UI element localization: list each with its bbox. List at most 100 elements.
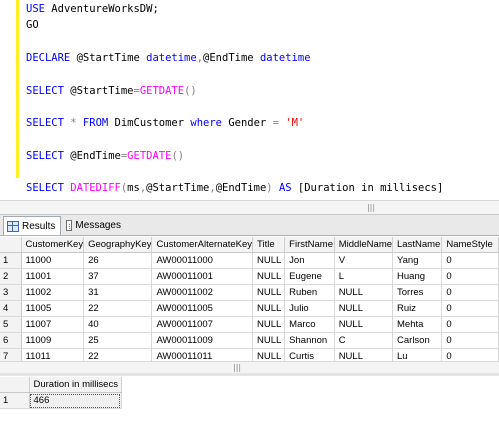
column-header[interactable]: Title	[252, 237, 286, 253]
tab-messages[interactable]: Messages	[63, 217, 125, 234]
table-cell[interactable]: V	[334, 252, 394, 269]
row-number[interactable]: 1	[0, 392, 30, 409]
column-header[interactable]: LastName	[392, 237, 443, 253]
row-number[interactable]: 3	[0, 284, 22, 301]
table-cell[interactable]: 11005	[21, 300, 85, 317]
code-token: SELECT	[26, 182, 71, 195]
table-cell[interactable]: NULL	[334, 316, 394, 333]
code-token: GETDATE	[127, 149, 172, 162]
table-cell[interactable]: L	[334, 268, 394, 285]
code-line[interactable]: SELECT @StartTime=GETDATE()	[26, 84, 197, 98]
grid-header-row: CustomerKey GeographyKey CustomerAlternate…	[0, 237, 499, 253]
code-line[interactable]: GO	[26, 18, 39, 32]
table-row[interactable]: 5 11007 40 AW00011007 NULL Marco NULL Mehta 0	[0, 316, 499, 333]
table-cell[interactable]: Torres	[392, 284, 443, 301]
table-cell[interactable]: Ruiz	[392, 300, 443, 317]
code-line[interactable]: SELECT DATEDIFF(ms,@StartTime,@EndTime) …	[26, 181, 443, 195]
table-cell[interactable]: 0	[441, 252, 499, 269]
row-number[interactable]: 1	[0, 252, 22, 269]
column-header[interactable]: CustomerAlternateKey	[151, 237, 254, 253]
table-cell[interactable]: Yang	[392, 252, 443, 269]
editor-horizontal-scrollbar[interactable]: |||	[0, 200, 499, 214]
tab-results[interactable]: Results	[3, 216, 61, 235]
column-header[interactable]: FirstName	[284, 237, 335, 253]
table-cell[interactable]: 11009	[21, 332, 85, 349]
table-cell[interactable]: Eugene	[284, 268, 335, 285]
grid-icon	[7, 220, 19, 232]
code-token: ()	[171, 149, 185, 162]
table-cell[interactable]: Mehta	[392, 316, 443, 333]
table-cell[interactable]: 11002	[21, 284, 85, 301]
table-cell[interactable]: NULL	[334, 284, 394, 301]
duration-value-cell[interactable]: 466	[29, 392, 122, 409]
code-line[interactable]: DECLARE @StartTime datetime,@EndTime dat…	[26, 51, 311, 65]
code-token: DATEDIFF	[70, 182, 121, 195]
table-cell[interactable]: 31	[83, 284, 153, 301]
code-line[interactable]: SELECT * FROM DimCustomer where Gender =…	[26, 116, 304, 130]
table-cell[interactable]: AW00011009	[151, 332, 254, 349]
table-cell[interactable]: 40	[83, 316, 153, 333]
table-cell[interactable]: C	[334, 332, 394, 349]
code-token: DECLARE	[26, 51, 77, 64]
table-cell[interactable]: 25	[83, 332, 153, 349]
table-cell[interactable]: Ruben	[284, 284, 335, 301]
row-number[interactable]: 4	[0, 300, 22, 317]
table-cell[interactable]: NULL	[334, 300, 394, 317]
table-row[interactable]: 6 11009 25 AW00011009 NULL Shannon C Carlson 0	[0, 332, 499, 349]
duration-grid[interactable]: Duration in millisecs 1 466	[0, 377, 499, 424]
table-cell[interactable]: AW00011002	[151, 284, 254, 301]
table-cell[interactable]: 0	[441, 316, 499, 333]
scrollbar-grip-icon[interactable]: |||	[366, 203, 376, 212]
table-cell[interactable]: AW00011007	[151, 316, 254, 333]
table-cell[interactable]: NULL	[252, 268, 286, 285]
table-cell[interactable]: 11000	[21, 252, 85, 269]
table-row[interactable]: 3 11002 31 AW00011002 NULL Ruben NULL Torres 0	[0, 284, 499, 301]
table-cell[interactable]: Shannon	[284, 332, 335, 349]
column-header[interactable]: CustomerKey	[21, 237, 85, 253]
table-row[interactable]: 2 11001 37 AW00011001 NULL Eugene L Huang 0	[0, 268, 499, 285]
code-line[interactable]: SELECT @EndTime=GETDATE()	[26, 149, 184, 163]
results-grid[interactable]: CustomerKey GeographyKey CustomerAlternate…	[0, 237, 499, 365]
column-header-duration[interactable]: Duration in millisecs	[29, 377, 122, 393]
code-token: @StartTime	[76, 51, 147, 64]
row-number[interactable]: 6	[0, 332, 22, 349]
table-cell[interactable]: AW00011005	[151, 300, 254, 317]
table-cell[interactable]: NULL	[252, 300, 286, 317]
table-cell[interactable]: Carlson	[392, 332, 443, 349]
column-header[interactable]: MiddleName	[334, 237, 394, 253]
row-number[interactable]: 5	[0, 316, 22, 333]
table-cell[interactable]: 37	[83, 268, 153, 285]
code-token: FROM	[82, 117, 115, 130]
table-cell[interactable]: AW00011000	[151, 252, 254, 269]
column-header[interactable]: NameStyle	[441, 237, 499, 253]
table-cell[interactable]: Julio	[284, 300, 335, 317]
row-number[interactable]: 2	[0, 268, 22, 285]
code-line[interactable]: USE AdventureWorksDW;	[26, 2, 159, 16]
tab-messages-label: Messages	[75, 220, 121, 231]
table-cell[interactable]: 26	[83, 252, 153, 269]
table-cell[interactable]: Marco	[284, 316, 335, 333]
grid-splitter[interactable]	[0, 373, 499, 376]
table-cell[interactable]: 11007	[21, 316, 85, 333]
table-row[interactable]: 1 11000 26 AW00011000 NULL Jon V Yang 0	[0, 252, 499, 269]
table-cell[interactable]: 0	[441, 284, 499, 301]
table-cell[interactable]: 11001	[21, 268, 85, 285]
table-row[interactable]: 4 11005 22 AW00011005 NULL Julio NULL Ruiz 0	[0, 300, 499, 317]
table-cell[interactable]: 0	[441, 300, 499, 317]
table-cell[interactable]: NULL	[252, 332, 286, 349]
query-editor[interactable]: USE AdventureWorksDW; GO DECLARE @StartTim…	[0, 0, 499, 200]
table-cell[interactable]: NULL	[252, 252, 286, 269]
scrollbar-grip-icon[interactable]: |||	[233, 363, 241, 373]
table-cell[interactable]: NULL	[252, 284, 286, 301]
table-cell[interactable]: Huang	[392, 268, 443, 285]
code-token: SELECT	[26, 149, 71, 162]
table-cell[interactable]: AW00011001	[151, 268, 254, 285]
table-cell[interactable]: 0	[441, 268, 499, 285]
table-cell[interactable]: Jon	[284, 252, 335, 269]
table-cell[interactable]: 22	[83, 300, 153, 317]
column-header[interactable]: GeographyKey	[83, 237, 153, 253]
table-cell[interactable]: 0	[441, 332, 499, 349]
table-cell[interactable]: NULL	[252, 316, 286, 333]
code-token: @StartTime	[146, 182, 210, 195]
table-row[interactable]: 1 466	[0, 392, 122, 409]
